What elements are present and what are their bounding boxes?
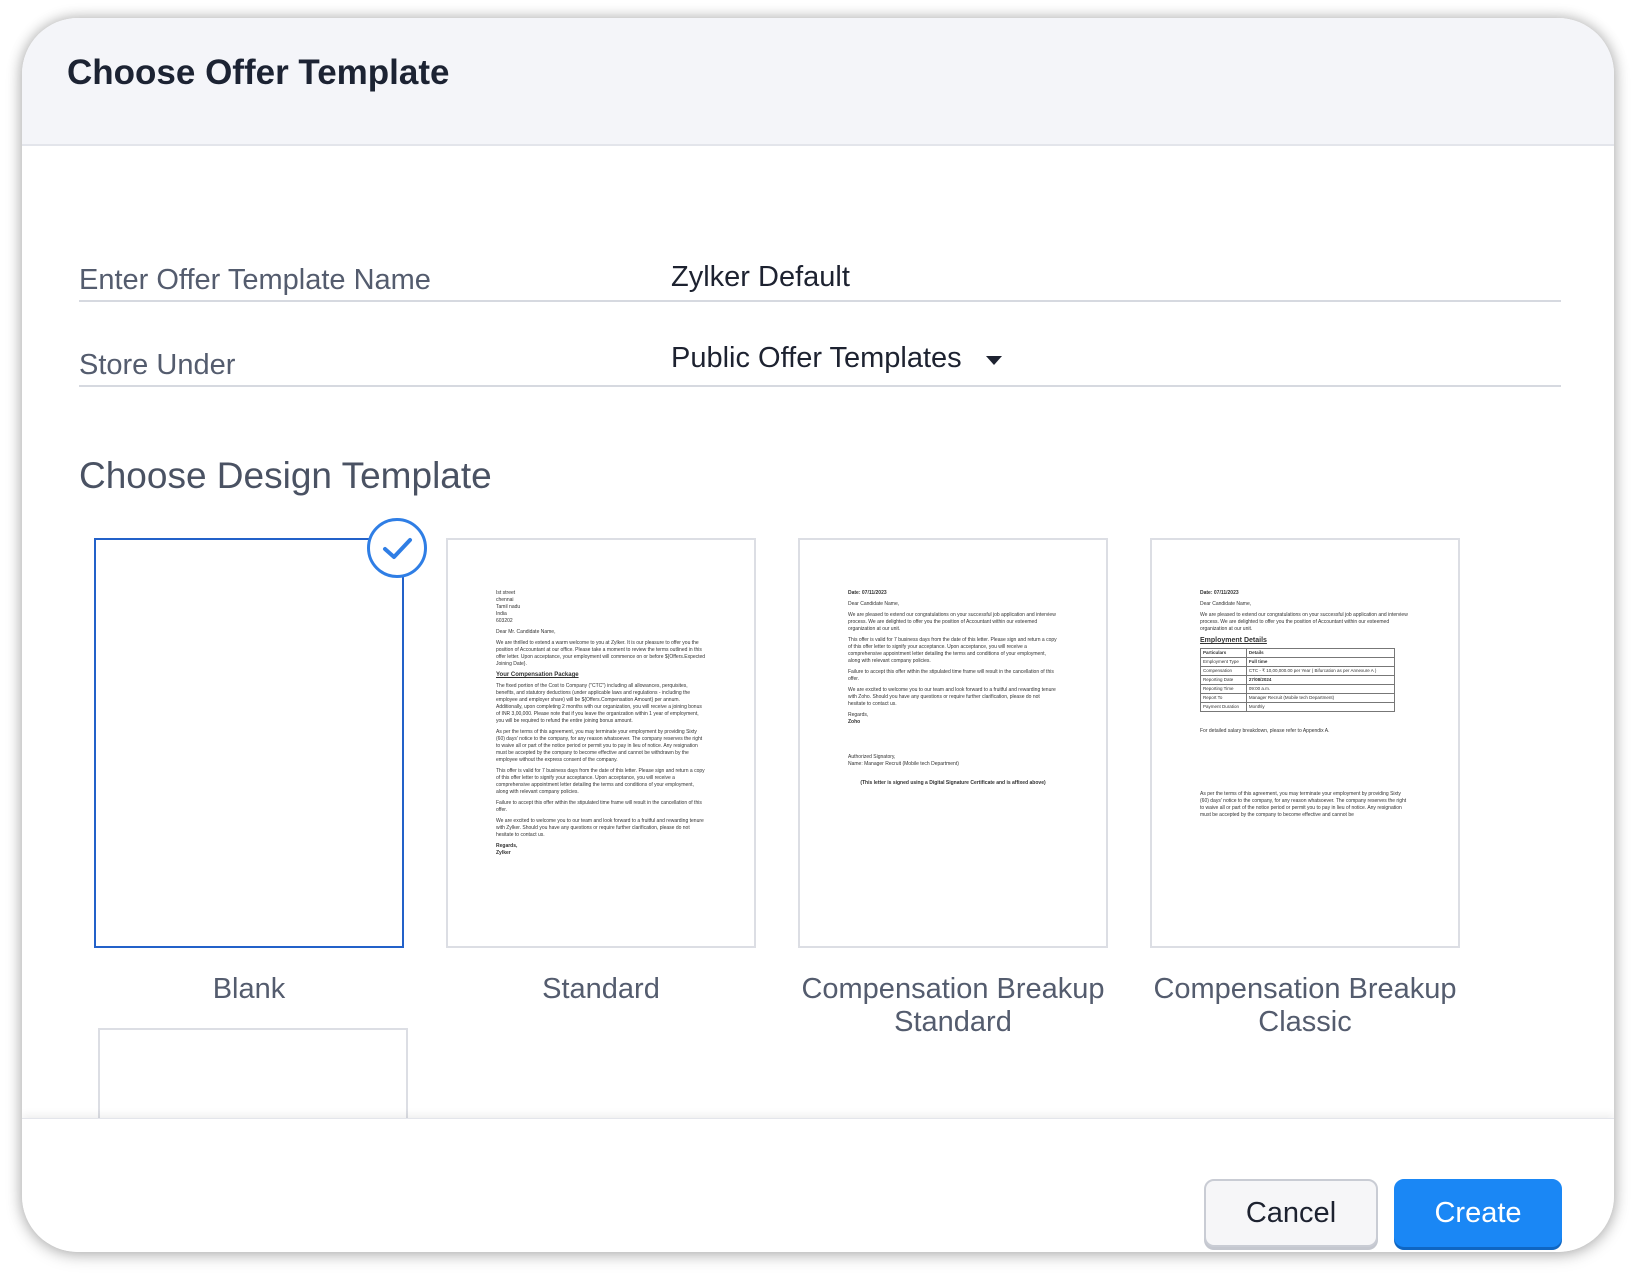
table-cell: CTC - ₹ 10,00,000.00 per Year ( Bifurcat…	[1245, 666, 1396, 676]
standard-preview: Ist street chennai Tamil nadu India 6032…	[496, 590, 706, 861]
dialog-title: Choose Offer Template	[67, 53, 450, 92]
table-row: Reporting Time 09:00 a.m.	[1200, 684, 1396, 694]
preview-heading: Your Compensation Package	[496, 672, 579, 678]
table-row: Reporting Date 27/08/2024	[1200, 675, 1396, 685]
template-label-compensation-standard: Compensation Breakup Standard	[801, 973, 1105, 1038]
table-header-cell: Details	[1245, 648, 1396, 658]
dialog-footer: Cancel Create	[22, 1118, 1614, 1252]
preview-paragraph: Failure to accept this offer within the …	[496, 800, 702, 813]
template-label-standard: Standard	[542, 973, 660, 1005]
store-under-row: Store Under Public Offer Templates	[79, 315, 1561, 387]
dialog-header: Choose Offer Template	[22, 18, 1614, 146]
check-circle-icon	[367, 518, 427, 578]
preview-greeting: Dear Candidate Name,	[1200, 601, 1252, 607]
table-cell: 09:00 a.m.	[1245, 684, 1396, 694]
design-section-title: Choose Design Template	[79, 455, 492, 496]
preview-signoff: Regards, Zoho	[848, 712, 869, 725]
store-under-label: Store Under	[79, 349, 236, 381]
preview-note: (This letter is signed using a Digital S…	[860, 780, 1046, 786]
table-cell: Compensation	[1200, 666, 1247, 676]
preview-address: Ist street chennai Tamil nadu India 6032…	[496, 590, 521, 624]
template-card-standard[interactable]: Ist street chennai Tamil nadu India 6032…	[446, 538, 756, 948]
table-cell: Report To	[1200, 693, 1247, 703]
table-cell: 27/08/2024	[1245, 675, 1396, 685]
table-cell: Reporting Time	[1200, 684, 1247, 694]
store-under-value: Public Offer Templates	[671, 342, 962, 374]
caret-down-icon	[985, 356, 1002, 365]
preview-signoff: Regards, Zylker	[496, 843, 518, 856]
compensation-classic-preview: Date: 07/11/2023 Dear Candidate Name, We…	[1200, 590, 1410, 823]
template-label-compensation-classic: Compensation Breakup Classic	[1153, 973, 1457, 1038]
cancel-button[interactable]: Cancel	[1204, 1179, 1378, 1247]
compensation-standard-preview: Date: 07/11/2023 Dear Candidate Name, We…	[848, 590, 1058, 791]
preview-paragraph: This offer is valid for 7 business days …	[848, 637, 1057, 664]
table-header-cell: Particulars	[1200, 648, 1247, 658]
preview-paragraph: We are pleased to extend our congratulat…	[848, 612, 1056, 632]
template-card-compensation-classic[interactable]: Date: 07/11/2023 Dear Candidate Name, We…	[1150, 538, 1460, 948]
template-name-input[interactable]: Zylker Default	[671, 261, 850, 294]
preview-paragraph: We are thrilled to extend a warm welcome…	[496, 640, 706, 667]
offer-template-dialog: Choose Offer Template Enter Offer Templa…	[22, 18, 1614, 1252]
create-button[interactable]: Create	[1394, 1179, 1562, 1247]
table-cell: Monthly	[1245, 702, 1396, 712]
template-name-label: Enter Offer Template Name	[79, 264, 431, 296]
store-under-select[interactable]: Public Offer Templates	[671, 342, 1002, 375]
table-row: Compensation CTC - ₹ 10,00,000.00 per Ye…	[1200, 666, 1396, 676]
template-label-blank: Blank	[212, 973, 286, 1005]
preview-paragraph: We are excited to welcome you to our tea…	[496, 818, 704, 838]
table-cell: Payment Duration	[1200, 702, 1247, 712]
template-name-row: Enter Offer Template Name Zylker Default	[79, 230, 1561, 302]
preview-details-table: Particulars Details Employment Type Full…	[1200, 648, 1396, 712]
preview-paragraph: We are excited to welcome you to our tea…	[848, 687, 1056, 707]
preview-date: Date: 07/11/2023	[848, 590, 887, 596]
table-row: Report To Manager Recruit (Mobile tech D…	[1200, 693, 1396, 703]
preview-greeting: Dear Candidate Name,	[848, 601, 900, 607]
table-cell: Full time	[1245, 657, 1396, 667]
preview-paragraph: This offer is valid for 7 business days …	[496, 768, 705, 795]
template-card-blank[interactable]	[94, 538, 404, 948]
preview-paragraph: As per the terms of this agreement, you …	[496, 729, 703, 763]
preview-date: Date: 07/11/2023	[1200, 590, 1239, 596]
preview-paragraph: We are pleased to extend our congratulat…	[1200, 612, 1408, 632]
table-row: Particulars Details	[1200, 648, 1396, 658]
table-cell: Manager Recruit (Mobile tech Department)	[1245, 693, 1396, 703]
preview-signatory: Authorized Signatory, Name: Manager Recr…	[848, 754, 959, 767]
preview-paragraph: For detailed salary breakdown, please re…	[1200, 728, 1330, 734]
template-card-compensation-standard[interactable]: Date: 07/11/2023 Dear Candidate Name, We…	[798, 538, 1108, 948]
table-cell: Employment Type	[1200, 657, 1247, 667]
preview-paragraph: As per the terms of this agreement, you …	[1200, 791, 1407, 818]
table-row: Employment Type Full time	[1200, 657, 1396, 667]
table-cell: Reporting Date	[1200, 675, 1247, 685]
preview-paragraph: The fixed portion of the Cost to Company…	[496, 683, 702, 724]
preview-paragraph: Failure to accept this offer within the …	[848, 669, 1054, 682]
table-row: Payment Duration Monthly	[1200, 702, 1396, 712]
preview-heading: Employment Details	[1200, 637, 1267, 644]
preview-greeting: Dear Mr. Candidate Name,	[496, 629, 556, 635]
